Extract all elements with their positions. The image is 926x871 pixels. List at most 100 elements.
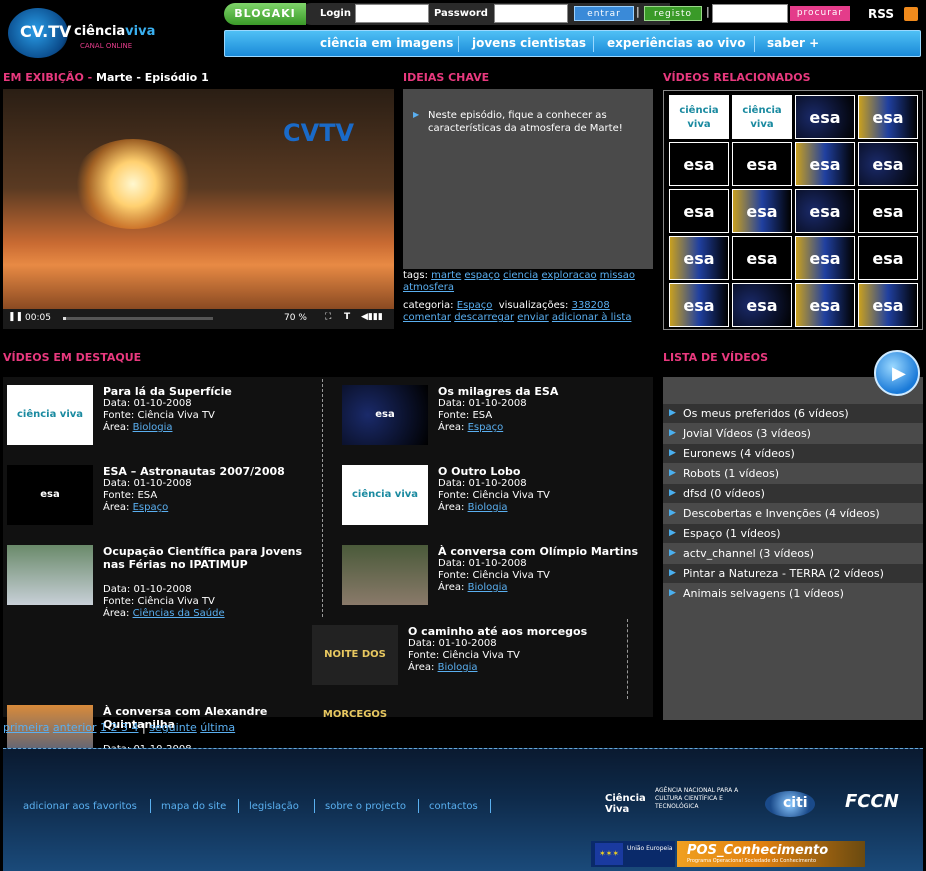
featured-thumbnail[interactable] <box>7 545 93 605</box>
video-list-item[interactable]: ▶ Robots (1 vídeos) <box>663 464 923 483</box>
related-thumb[interactable]: esa <box>795 142 855 186</box>
featured-thumbnail[interactable]: ciência viva <box>342 465 428 525</box>
video-player[interactable]: CVTV ❚❚ 00:05 70 % ⛶ T ◀▮▮▮ <box>3 89 394 329</box>
footer-link[interactable]: mapa do site <box>161 801 226 812</box>
featured-title[interactable]: Para lá da Superfície <box>103 385 313 398</box>
video-list-item[interactable]: ▶ Pintar a Natureza - TERRA (2 vídeos) <box>663 564 923 583</box>
register-button[interactable]: registo <box>644 6 702 21</box>
featured-title[interactable]: À conversa com Olímpio Martins <box>438 545 648 558</box>
pos-logo[interactable]: POS_Conhecimento Programa Operacional Soc… <box>677 841 865 867</box>
featured-thumbnail[interactable]: NOITE DOS MORCEGOS <box>312 625 398 720</box>
search-button[interactable]: procurar <box>790 6 850 21</box>
featured-thumbnail[interactable] <box>342 545 428 605</box>
blogaki-button[interactable]: BLOGAKI <box>224 3 306 25</box>
related-thumb[interactable]: ciência viva <box>669 95 729 139</box>
featured-card[interactable]: Ocupação Científica para Jovens nas Féri… <box>3 540 321 619</box>
tag-link[interactable]: exploracao <box>541 270 596 281</box>
video-list-item[interactable]: ▶ Os meus preferidos (6 vídeos) <box>663 404 923 423</box>
add-to-list-link[interactable]: adicionar à lista <box>552 312 632 323</box>
featured-card[interactable]: esa Os milagres da ESA Data: 01-10-2008 Fon… <box>338 380 656 456</box>
related-thumb[interactable]: esa <box>795 95 855 139</box>
login-input[interactable] <box>355 4 429 23</box>
featured-thumbnail[interactable]: ciência viva <box>7 385 93 445</box>
partner-3[interactable]: FCCN <box>845 791 899 812</box>
nav-experiencias[interactable]: experiências ao vivo <box>607 36 746 50</box>
related-thumb[interactable]: esa <box>669 236 729 280</box>
related-thumb[interactable]: esa <box>795 189 855 233</box>
featured-title[interactable]: Ocupação Científica para Jovens nas Féri… <box>103 545 313 571</box>
pager-next[interactable]: seguinte <box>149 721 197 734</box>
video-frame[interactable]: CVTV <box>3 89 394 309</box>
featured-area-link[interactable]: Ciências da Saúde <box>133 608 225 619</box>
related-thumb[interactable]: esa <box>795 283 855 327</box>
video-list-item[interactable]: ▶ Descobertas e Invenções (4 vídeos) <box>663 504 923 523</box>
related-thumb[interactable]: esa <box>858 142 918 186</box>
tag-link[interactable]: atmosfera <box>403 282 454 293</box>
featured-area-link[interactable]: Espaço <box>133 502 169 513</box>
play-button-icon[interactable]: ▶ <box>874 350 920 396</box>
featured-area-link[interactable]: Espaço <box>468 422 504 433</box>
featured-title[interactable]: O caminho até aos morcegos <box>408 625 618 638</box>
featured-area-link[interactable]: Biologia <box>438 662 478 673</box>
tag-link[interactable]: espaço <box>464 270 499 281</box>
featured-card[interactable]: ciência viva O Outro Lobo Data: 01-10-2008… <box>338 460 656 536</box>
tag-link[interactable]: ciencia <box>503 270 538 281</box>
featured-area-link[interactable]: Biologia <box>133 422 173 433</box>
featured-title[interactable]: ESA – Astronautas 2007/2008 <box>103 465 313 478</box>
nav-ciencia-imagens[interactable]: ciência em imagens <box>320 36 453 50</box>
video-list-item[interactable]: ▶ Animais selvagens (1 vídeos) <box>663 584 923 603</box>
featured-card[interactable]: esa ESA – Astronautas 2007/2008 Data: 01-1… <box>3 460 321 536</box>
video-list-item[interactable]: ▶ dfsd (0 vídeos) <box>663 484 923 503</box>
tag-link[interactable]: missao <box>600 270 635 281</box>
related-thumb[interactable]: esa <box>732 189 792 233</box>
categoria-link[interactable]: Espaço <box>457 300 493 311</box>
video-list-item[interactable]: ▶ Euronews (4 vídeos) <box>663 444 923 463</box>
enter-button[interactable]: entrar <box>574 6 634 21</box>
cienciaviva-logo[interactable]: Ciência Viva <box>587 781 647 821</box>
footer-link[interactable]: legislação <box>249 801 299 812</box>
volume-icon[interactable]: ◀▮▮▮ <box>361 312 383 322</box>
related-thumb[interactable]: esa <box>732 283 792 327</box>
eu-logo[interactable]: União Europeia ✶✶✶ <box>591 841 675 867</box>
video-list-item[interactable]: ▶ Jovial Vídeos (3 vídeos) <box>663 424 923 443</box>
nav-jovens-cientistas[interactable]: jovens cientistas <box>472 36 586 50</box>
featured-card[interactable]: ciência viva Para lá da Superfície Data: 0… <box>3 380 321 456</box>
rss-icon[interactable] <box>904 7 918 21</box>
pause-icon[interactable]: ❚❚ <box>8 312 23 322</box>
related-thumb[interactable]: esa <box>669 189 729 233</box>
tag-link[interactable]: marte <box>431 270 461 281</box>
progress-bar[interactable] <box>63 317 213 320</box>
featured-area-link[interactable]: Biologia <box>468 582 508 593</box>
pager-prev[interactable]: anterior <box>53 721 97 734</box>
related-thumb[interactable]: esa <box>858 95 918 139</box>
pager-first[interactable]: primeira <box>3 721 49 734</box>
related-thumb[interactable]: esa <box>858 236 918 280</box>
download-link[interactable]: descarregar <box>454 312 514 323</box>
featured-title[interactable]: O Outro Lobo <box>438 465 648 478</box>
featured-card[interactable]: NOITE DOS MORCEGOS O caminho até aos morc… <box>308 620 628 720</box>
rss-label[interactable]: RSS <box>868 7 894 21</box>
related-thumb[interactable]: esa <box>669 142 729 186</box>
video-list-item[interactable]: ▶ actv_channel (3 vídeos) <box>663 544 923 563</box>
featured-card[interactable]: À conversa com Olímpio Martins Data: 01-1… <box>338 540 656 616</box>
pager-pages[interactable]: 1 2 3 4 <box>100 721 138 734</box>
related-thumb[interactable]: esa <box>795 236 855 280</box>
search-input[interactable] <box>712 4 788 23</box>
nav-saber-mais[interactable]: saber + <box>767 36 819 50</box>
video-list-item[interactable]: ▶ Espaço (1 vídeos) <box>663 524 923 543</box>
text-icon[interactable]: T <box>344 312 350 322</box>
footer-link[interactable]: contactos <box>429 801 478 812</box>
featured-title[interactable]: Os milagres da ESA <box>438 385 648 398</box>
related-thumb[interactable]: esa <box>732 142 792 186</box>
password-input[interactable] <box>494 4 568 23</box>
fullscreen-icon[interactable]: ⛶ <box>325 312 331 322</box>
comment-link[interactable]: comentar <box>403 312 451 323</box>
site-logo[interactable]: CV.TV ciênciaviva CANAL ONLINE <box>8 2 158 60</box>
related-thumb[interactable]: esa <box>732 236 792 280</box>
footer-link[interactable]: adicionar aos favoritos <box>23 801 137 812</box>
related-thumb[interactable]: esa <box>858 283 918 327</box>
related-thumb[interactable]: esa <box>669 283 729 327</box>
related-thumb[interactable]: ciência viva <box>732 95 792 139</box>
footer-link[interactable]: sobre o projecto <box>325 801 406 812</box>
featured-area-link[interactable]: Biologia <box>468 502 508 513</box>
